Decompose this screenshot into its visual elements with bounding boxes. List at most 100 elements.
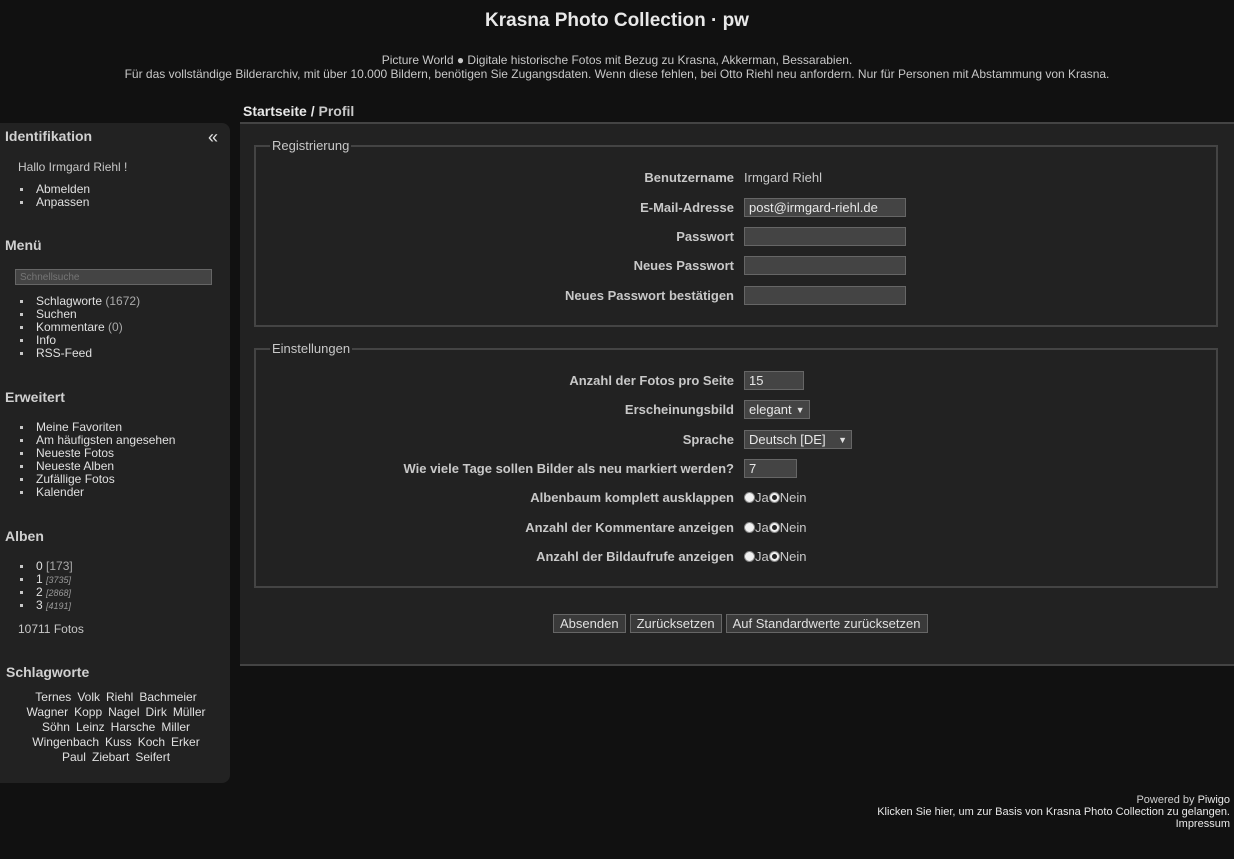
menu-comments-link[interactable]: Kommentare <box>36 320 105 334</box>
site-title: Krasna Photo Collection · pw <box>485 10 749 31</box>
reset-defaults-button[interactable]: Auf Standardwerte zurücksetzen <box>725 614 928 633</box>
tag-link[interactable]: Seifert <box>135 750 170 764</box>
chevron-down-icon: ▼ <box>795 404 805 415</box>
new-days-input[interactable] <box>744 459 797 478</box>
tag-link[interactable]: Paul <box>62 750 86 764</box>
tag-link[interactable]: Wingenbach <box>32 735 99 749</box>
impressum-link[interactable]: Impressum <box>1176 818 1230 830</box>
username-row: Benutzername Irmgard Riehl <box>256 168 1216 188</box>
album-count-1: [3735] <box>46 575 72 585</box>
album-link-2[interactable]: 2 <box>36 585 43 599</box>
tag-link[interactable]: Riehl <box>106 690 133 704</box>
gallery-home-link[interactable]: Klicken Sie hier, um zur Basis von Krasn… <box>877 806 1230 818</box>
tag-link[interactable]: Bachmeier <box>139 690 196 704</box>
new-days-row: Wie viele Tage sollen Bilder als neu mar… <box>256 459 1216 479</box>
submit-button[interactable]: Absenden <box>553 614 626 633</box>
tag-link[interactable]: Kopp <box>74 705 102 719</box>
breadcrumb-separator: / <box>306 103 319 119</box>
breadcrumb-home-link[interactable]: Startseite <box>243 103 307 119</box>
show-comments-yes-radio[interactable] <box>744 522 755 533</box>
tag-link[interactable]: Wagner <box>27 705 69 719</box>
confirm-password-field[interactable] <box>744 286 906 305</box>
reset-button[interactable]: Zurücksetzen <box>629 614 722 633</box>
tag-link[interactable]: Kuss <box>105 735 132 749</box>
logout-link[interactable]: Abmelden <box>36 182 90 196</box>
registration-fieldset: Registrierung Benutzername Irmgard Riehl… <box>254 138 1218 327</box>
language-select[interactable]: Deutsch [DE] ▼ <box>744 430 852 449</box>
identification-links: Abmelden Anpassen <box>20 183 90 209</box>
show-views-yes-radio[interactable] <box>744 551 755 562</box>
email-field[interactable] <box>744 198 906 217</box>
tag-link[interactable]: Nagel <box>108 705 139 719</box>
tag-link[interactable]: Ternes <box>35 690 71 704</box>
list-item: 3 [4191] <box>20 599 73 612</box>
comments-count: (0) <box>108 320 123 334</box>
confirm-password-row: Neues Passwort bestätigen <box>256 286 1216 306</box>
tag-link[interactable]: Söhn <box>42 720 70 734</box>
no-label: Nein <box>779 490 807 505</box>
calendar-link[interactable]: Kalender <box>36 485 84 499</box>
favorites-link[interactable]: Meine Favoriten <box>36 420 122 434</box>
total-photos-text: 10711 Fotos <box>18 622 84 636</box>
menu-links: Schlagworte (1672) Suchen Kommentare (0)… <box>20 295 140 360</box>
show-views-row: Anzahl der Bildaufrufe anzeigen Ja Nein <box>256 547 1216 567</box>
yes-label: Ja <box>755 549 769 564</box>
menu-tags-link[interactable]: Schlagworte <box>36 294 102 308</box>
show-comments-no-radio[interactable] <box>768 522 780 533</box>
photos-per-page-row: Anzahl der Fotos pro Seite <box>256 371 1216 391</box>
theme-label: Erscheinungsbild <box>624 402 734 417</box>
tag-link[interactable]: Müller <box>173 705 206 719</box>
piwigo-link[interactable]: Piwigo <box>1198 794 1230 806</box>
theme-select[interactable]: elegant ▼ <box>744 400 810 419</box>
password-field[interactable] <box>744 227 906 246</box>
tag-link[interactable]: Leinz <box>76 720 105 734</box>
new-password-field[interactable] <box>744 256 906 275</box>
album-link-3[interactable]: 3 <box>36 598 43 612</box>
random-photos-link[interactable]: Zufällige Fotos <box>36 472 115 486</box>
advanced-heading: Erweitert <box>5 389 65 405</box>
tag-link[interactable]: Erker <box>171 735 200 749</box>
album-link-1[interactable]: 1 <box>36 572 43 586</box>
most-viewed-link[interactable]: Am häufigsten angesehen <box>36 433 175 447</box>
tag-row: Söhn Leinz Harsche Miller <box>6 720 226 735</box>
tag-link[interactable]: Ziebart <box>92 750 129 764</box>
username-value: Irmgard Riehl <box>744 170 823 185</box>
form-buttons: Absenden Zurücksetzen Auf Standardwerte … <box>553 614 928 633</box>
new-password-row: Neues Passwort <box>256 256 1216 276</box>
tag-row: Wagner Kopp Nagel Dirk Müller <box>6 705 226 720</box>
list-item: Kalender <box>20 486 175 499</box>
language-row: Sprache Deutsch [DE] ▼ <box>256 430 1216 450</box>
show-views-radio-group: Ja Nein <box>744 549 806 564</box>
profile-content: Registrierung Benutzername Irmgard Riehl… <box>240 122 1234 666</box>
menu-rss-link[interactable]: RSS-Feed <box>36 346 92 360</box>
breadcrumb: Startseite / Profil <box>243 103 354 119</box>
tag-link[interactable]: Volk <box>77 690 100 704</box>
albums-heading: Alben <box>5 528 44 544</box>
tag-link[interactable]: Dirk <box>145 705 166 719</box>
tag-link[interactable]: Miller <box>161 720 190 734</box>
collapse-sidebar-icon[interactable]: « <box>208 127 218 148</box>
recent-albums-link[interactable]: Neueste Alben <box>36 459 114 473</box>
show-views-no-radio[interactable] <box>768 551 780 562</box>
site-header: Krasna Photo Collection · pw Picture Wor… <box>0 0 1234 81</box>
show-views-label: Anzahl der Bildaufrufe anzeigen <box>536 549 734 564</box>
menu-info-link[interactable]: Info <box>36 333 56 347</box>
recent-photos-link[interactable]: Neueste Fotos <box>36 446 114 460</box>
customize-link[interactable]: Anpassen <box>36 195 89 209</box>
tag-link[interactable]: Harsche <box>111 720 156 734</box>
album-count-3: [4191] <box>46 601 72 611</box>
tag-link[interactable]: Koch <box>138 735 165 749</box>
list-item: Anpassen <box>20 196 90 209</box>
photos-per-page-input[interactable] <box>744 371 804 390</box>
list-item: 0 [173] <box>20 560 73 573</box>
expand-yes-radio[interactable] <box>744 492 755 503</box>
password-label: Passwort <box>676 229 734 244</box>
quick-search-input[interactable] <box>15 269 212 285</box>
greeting-text: Hallo Irmgard Riehl ! <box>18 160 128 174</box>
tags-count: (1672) <box>105 294 141 308</box>
password-row: Passwort <box>256 227 1216 247</box>
expand-no-radio[interactable] <box>768 492 780 503</box>
menu-search-link[interactable]: Suchen <box>36 307 77 321</box>
album-link-0[interactable]: 0 <box>36 559 43 573</box>
site-description: Picture World ● Digitale historische Fot… <box>0 53 1234 81</box>
